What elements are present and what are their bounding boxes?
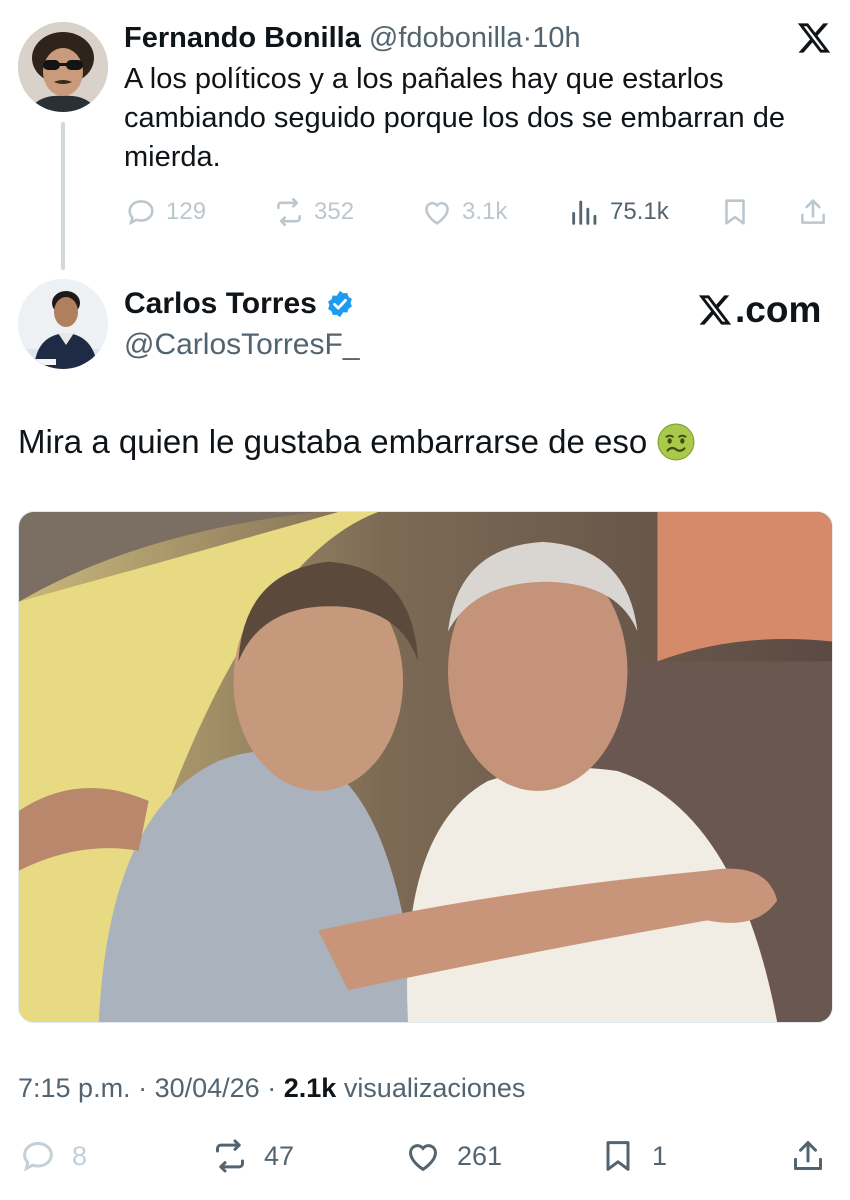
nauseated-face-emoji [657, 423, 695, 461]
reply-icon [23, 1141, 53, 1172]
watermark-text: .com [735, 289, 822, 330]
parent-share-button[interactable] [796, 192, 830, 232]
retweet-icon [277, 197, 301, 227]
x-logo-icon [796, 20, 832, 56]
like-count: 261 [457, 1140, 503, 1171]
parent-views-button[interactable]: 75.1k [568, 192, 669, 232]
parent-views-count: 75.1k [610, 198, 669, 225]
meta-separator-1: · [138, 1073, 148, 1103]
parent-timestamp[interactable]: 10h [532, 22, 580, 54]
analytics-icon [572, 200, 597, 225]
reply-button[interactable]: 8 [18, 1134, 87, 1178]
heart-icon [408, 1144, 438, 1172]
main-tweet-text-row: Mira a quien le gustaba embarrarse de es… [18, 420, 695, 464]
bookmark-icon [725, 199, 745, 225]
parent-action-bar: 129 352 3.1k 75.1k [124, 192, 836, 232]
meta-separator-2: · [267, 1073, 277, 1103]
tweet-screenshot: Fernando Bonilla @fdobonilla·10h A los p… [0, 0, 850, 1200]
share-button[interactable] [788, 1134, 828, 1178]
parent-reply-count: 129 [166, 198, 207, 225]
views-label: visualizaciones [343, 1073, 526, 1103]
parent-tweet-text: A los políticos y a los pañales hay que … [124, 63, 785, 173]
tweet-photo[interactable] [18, 511, 833, 1023]
reply-icon [128, 200, 154, 226]
bookmark-icon [606, 1141, 630, 1171]
parent-author-name[interactable]: Fernando Bonilla [124, 22, 361, 54]
tweet-meta: 7:15 p.m. · 30/04/26 · 2.1k visualizacio… [18, 1070, 525, 1106]
parent-bookmark-button[interactable] [718, 192, 752, 232]
verified-badge-icon [327, 290, 352, 318]
main-action-bar: 8 47 261 1 [18, 1134, 833, 1178]
views-count[interactable]: 2.1k [284, 1073, 337, 1103]
thread-connector [61, 122, 65, 270]
parent-header: Fernando Bonilla @fdobonilla·10h [124, 20, 581, 56]
parent-reply-button[interactable]: 129 [124, 192, 206, 232]
parent-author-handle[interactable]: @fdobonilla [369, 22, 523, 54]
parent-retweet-count: 352 [314, 198, 355, 225]
bookmark-count: 1 [652, 1140, 668, 1171]
share-icon [794, 1141, 822, 1170]
heart-icon [425, 201, 449, 225]
parent-retweet-button[interactable]: 352 [272, 192, 354, 232]
main-author-name-row: Carlos Torres [124, 285, 355, 323]
retweet-icon [216, 1139, 244, 1173]
x-com-watermark: .com [697, 288, 821, 332]
share-icon [801, 199, 825, 224]
main-author-handle[interactable]: @CarlosTorresF_ [124, 326, 360, 364]
retweet-count: 47 [264, 1140, 295, 1171]
bookmark-button[interactable]: 1 [598, 1134, 667, 1178]
parent-meta-separator: · [522, 22, 533, 54]
like-button[interactable]: 261 [403, 1134, 502, 1178]
main-tweet-text: Mira a quien le gustaba embarrarse de es… [18, 423, 648, 460]
parent-avatar[interactable] [18, 22, 108, 112]
main-author-name[interactable]: Carlos Torres [124, 285, 317, 323]
parent-like-count: 3.1k [462, 198, 508, 225]
retweet-button[interactable]: 47 [210, 1134, 294, 1178]
tweet-time[interactable]: 7:15 p.m. [18, 1073, 131, 1103]
x-logo-icon [698, 295, 732, 325]
parent-like-button[interactable]: 3.1k [420, 192, 507, 232]
reply-count: 8 [72, 1140, 88, 1171]
main-avatar[interactable] [18, 279, 108, 369]
tweet-date[interactable]: 30/04/26 [155, 1073, 260, 1103]
